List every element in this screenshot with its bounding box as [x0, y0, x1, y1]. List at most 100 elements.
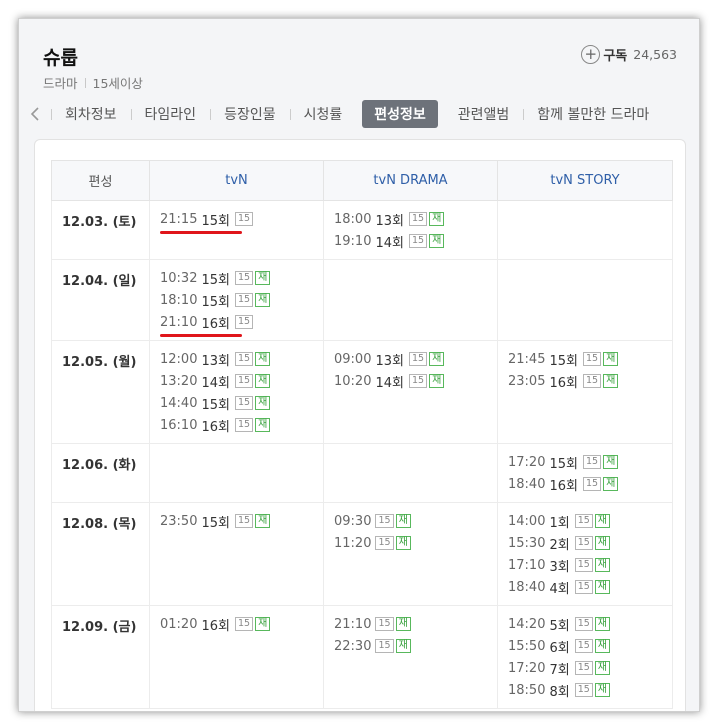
broadcast-slot: 22:30 15 재	[334, 635, 487, 657]
rerun-badge: 재	[255, 396, 271, 410]
episode-number: 4회	[549, 581, 570, 597]
broadcast-slot: 18:10 15회 15 재	[160, 289, 313, 311]
rerun-badge: 재	[594, 536, 610, 550]
age-badge: 15	[574, 536, 593, 550]
broadcast-slot: 09:30 15 재	[334, 510, 487, 532]
broadcast-time: 18:40	[508, 476, 546, 492]
broadcast-slot: 23:05 16회 15 재	[508, 370, 662, 392]
rerun-badge: 재	[594, 661, 610, 675]
column-header-schedule: 편성	[51, 160, 150, 201]
rerun-badge: 재	[395, 639, 411, 653]
subscribe-button[interactable]: + 구독 24,563	[581, 45, 677, 64]
rerun-badge: 재	[429, 212, 445, 226]
schedule-cell-drama	[323, 443, 498, 503]
program-meta: 드라마 15세이상	[43, 73, 143, 92]
rerun-badge: 재	[594, 514, 610, 528]
table-row: 12.08. (목) 23:50 15회 15 재 09:30 15 재 11:20 15 재 14:…	[51, 502, 673, 606]
rerun-badge: 재	[603, 352, 619, 366]
schedule-cell-story	[497, 259, 673, 341]
broadcast-slot: 18:40 16회 15 재	[508, 473, 662, 495]
episode-number: 7회	[549, 662, 570, 678]
program-card: 슈룹 드라마 15세이상 + 구독 24,563 회차정보 타임라인 등장인물 …	[18, 18, 700, 712]
column-header-tvn-drama[interactable]: tvN DRAMA	[323, 160, 498, 201]
age-badge: 15	[234, 271, 254, 285]
rerun-badge: 재	[395, 617, 411, 631]
age-badge: 15	[234, 396, 254, 410]
tab-episodes[interactable]: 회차정보	[51, 100, 131, 128]
chevron-left-icon[interactable]	[19, 107, 51, 121]
tab-timeline[interactable]: 타임라인	[130, 100, 211, 128]
tab-ratings[interactable]: 시청률	[289, 100, 357, 128]
broadcast-slot: 21:15 15회 15	[160, 208, 313, 234]
broadcast-time: 12:00	[160, 351, 198, 367]
age-badge: 15	[408, 352, 428, 366]
age-badge: 15	[582, 374, 602, 388]
episode-number: 6회	[549, 640, 570, 656]
schedule-cell-tvn: 21:15 15회 15	[149, 200, 324, 260]
age-badge: 15	[574, 639, 593, 653]
schedule-date: 12.08. (목)	[51, 502, 150, 606]
broadcast-time: 17:20	[508, 454, 546, 470]
episode-number: 13회	[375, 353, 404, 369]
broadcast-time: 22:30	[334, 638, 372, 654]
schedule-panel: 편성 tvN tvN DRAMA tvN STORY 12.03. (토) 21:…	[34, 139, 686, 711]
age-badge: 15	[574, 661, 593, 675]
genre-label: 드라마	[43, 76, 78, 91]
broadcast-time: 21:10	[334, 616, 372, 632]
episode-number: 15회	[549, 353, 578, 369]
rerun-badge: 재	[255, 271, 271, 285]
broadcast-slot: 14:20 5회 15 재	[508, 613, 662, 635]
broadcast-time: 23:50	[160, 513, 198, 529]
tab-characters[interactable]: 등장인물	[210, 100, 290, 128]
broadcast-time: 17:10	[508, 557, 546, 573]
tab-bar: 회차정보 타임라인 등장인물 시청률 편성정보 관련앨범 함께 볼만한 드라마	[19, 99, 699, 129]
broadcast-time: 21:15	[160, 211, 198, 227]
column-header-tvn[interactable]: tvN	[149, 160, 324, 201]
rerun-badge: 재	[255, 418, 271, 432]
broadcast-time: 09:00	[334, 351, 372, 367]
episode-number: 16회	[201, 419, 230, 435]
broadcast-slot: 18:40 4회 15 재	[508, 576, 662, 598]
schedule-cell-story: 21:45 15회 15 재 23:05 16회 15 재	[497, 340, 673, 444]
episode-number: 13회	[201, 353, 230, 369]
broadcast-slot: 15:30 2회 15 재	[508, 532, 662, 554]
broadcast-time: 09:30	[334, 513, 372, 529]
broadcast-time: 14:00	[508, 513, 546, 529]
rerun-badge: 재	[429, 234, 445, 248]
broadcast-time: 18:00	[334, 211, 372, 227]
rerun-badge: 재	[429, 374, 445, 388]
tab-schedule[interactable]: 편성정보	[362, 100, 438, 128]
age-badge: 15	[574, 558, 593, 572]
broadcast-time: 19:10	[334, 233, 372, 249]
age-badge: 15	[582, 352, 602, 366]
rerun-badge: 재	[255, 617, 271, 631]
broadcast-slot: 18:50 8회 15 재	[508, 679, 662, 701]
schedule-cell-story: 14:00 1회 15 재 15:30 2회 15 재 17:10 3회 15 재 18:40 4회 15 재	[497, 502, 673, 606]
tab-related-dramas[interactable]: 함께 볼만한 드라마	[523, 100, 663, 128]
schedule-date: 12.03. (토)	[51, 200, 150, 260]
program-title: 슈룹	[43, 47, 78, 69]
broadcast-time: 10:32	[160, 270, 198, 286]
tab-albums[interactable]: 관련앨범	[444, 100, 524, 128]
episode-number: 14회	[375, 235, 404, 251]
age-badge: 15	[408, 212, 428, 226]
episode-number: 15회	[201, 213, 230, 229]
age-badge: 15	[408, 234, 428, 248]
broadcast-time: 18:10	[160, 292, 198, 308]
episode-number: 15회	[201, 272, 230, 288]
age-badge: 15	[408, 374, 428, 388]
schedule-cell-story: 17:20 15회 15 재 18:40 16회 15 재	[497, 443, 673, 503]
age-badge: 15	[375, 514, 394, 528]
age-badge: 15	[234, 212, 254, 226]
schedule-cell-tvn: 12:00 13회 15 재 13:20 14회 15 재 14:40 15회 15 재 16:10 16…	[149, 340, 324, 444]
rerun-badge: 재	[594, 580, 610, 594]
schedule-body: 12.03. (토) 21:15 15회 15 18:00 13회 15 재 19:10 14회 1…	[51, 200, 673, 709]
broadcast-time: 15:30	[508, 535, 546, 551]
age-badge: 15	[234, 374, 254, 388]
age-badge: 15	[234, 293, 254, 307]
column-header-tvn-story[interactable]: tvN STORY	[497, 160, 673, 201]
broadcast-slot: 14:40 15회 15 재	[160, 392, 313, 414]
highlight-underline	[160, 231, 242, 234]
broadcast-slot: 14:00 1회 15 재	[508, 510, 662, 532]
episode-number: 16회	[201, 618, 230, 634]
